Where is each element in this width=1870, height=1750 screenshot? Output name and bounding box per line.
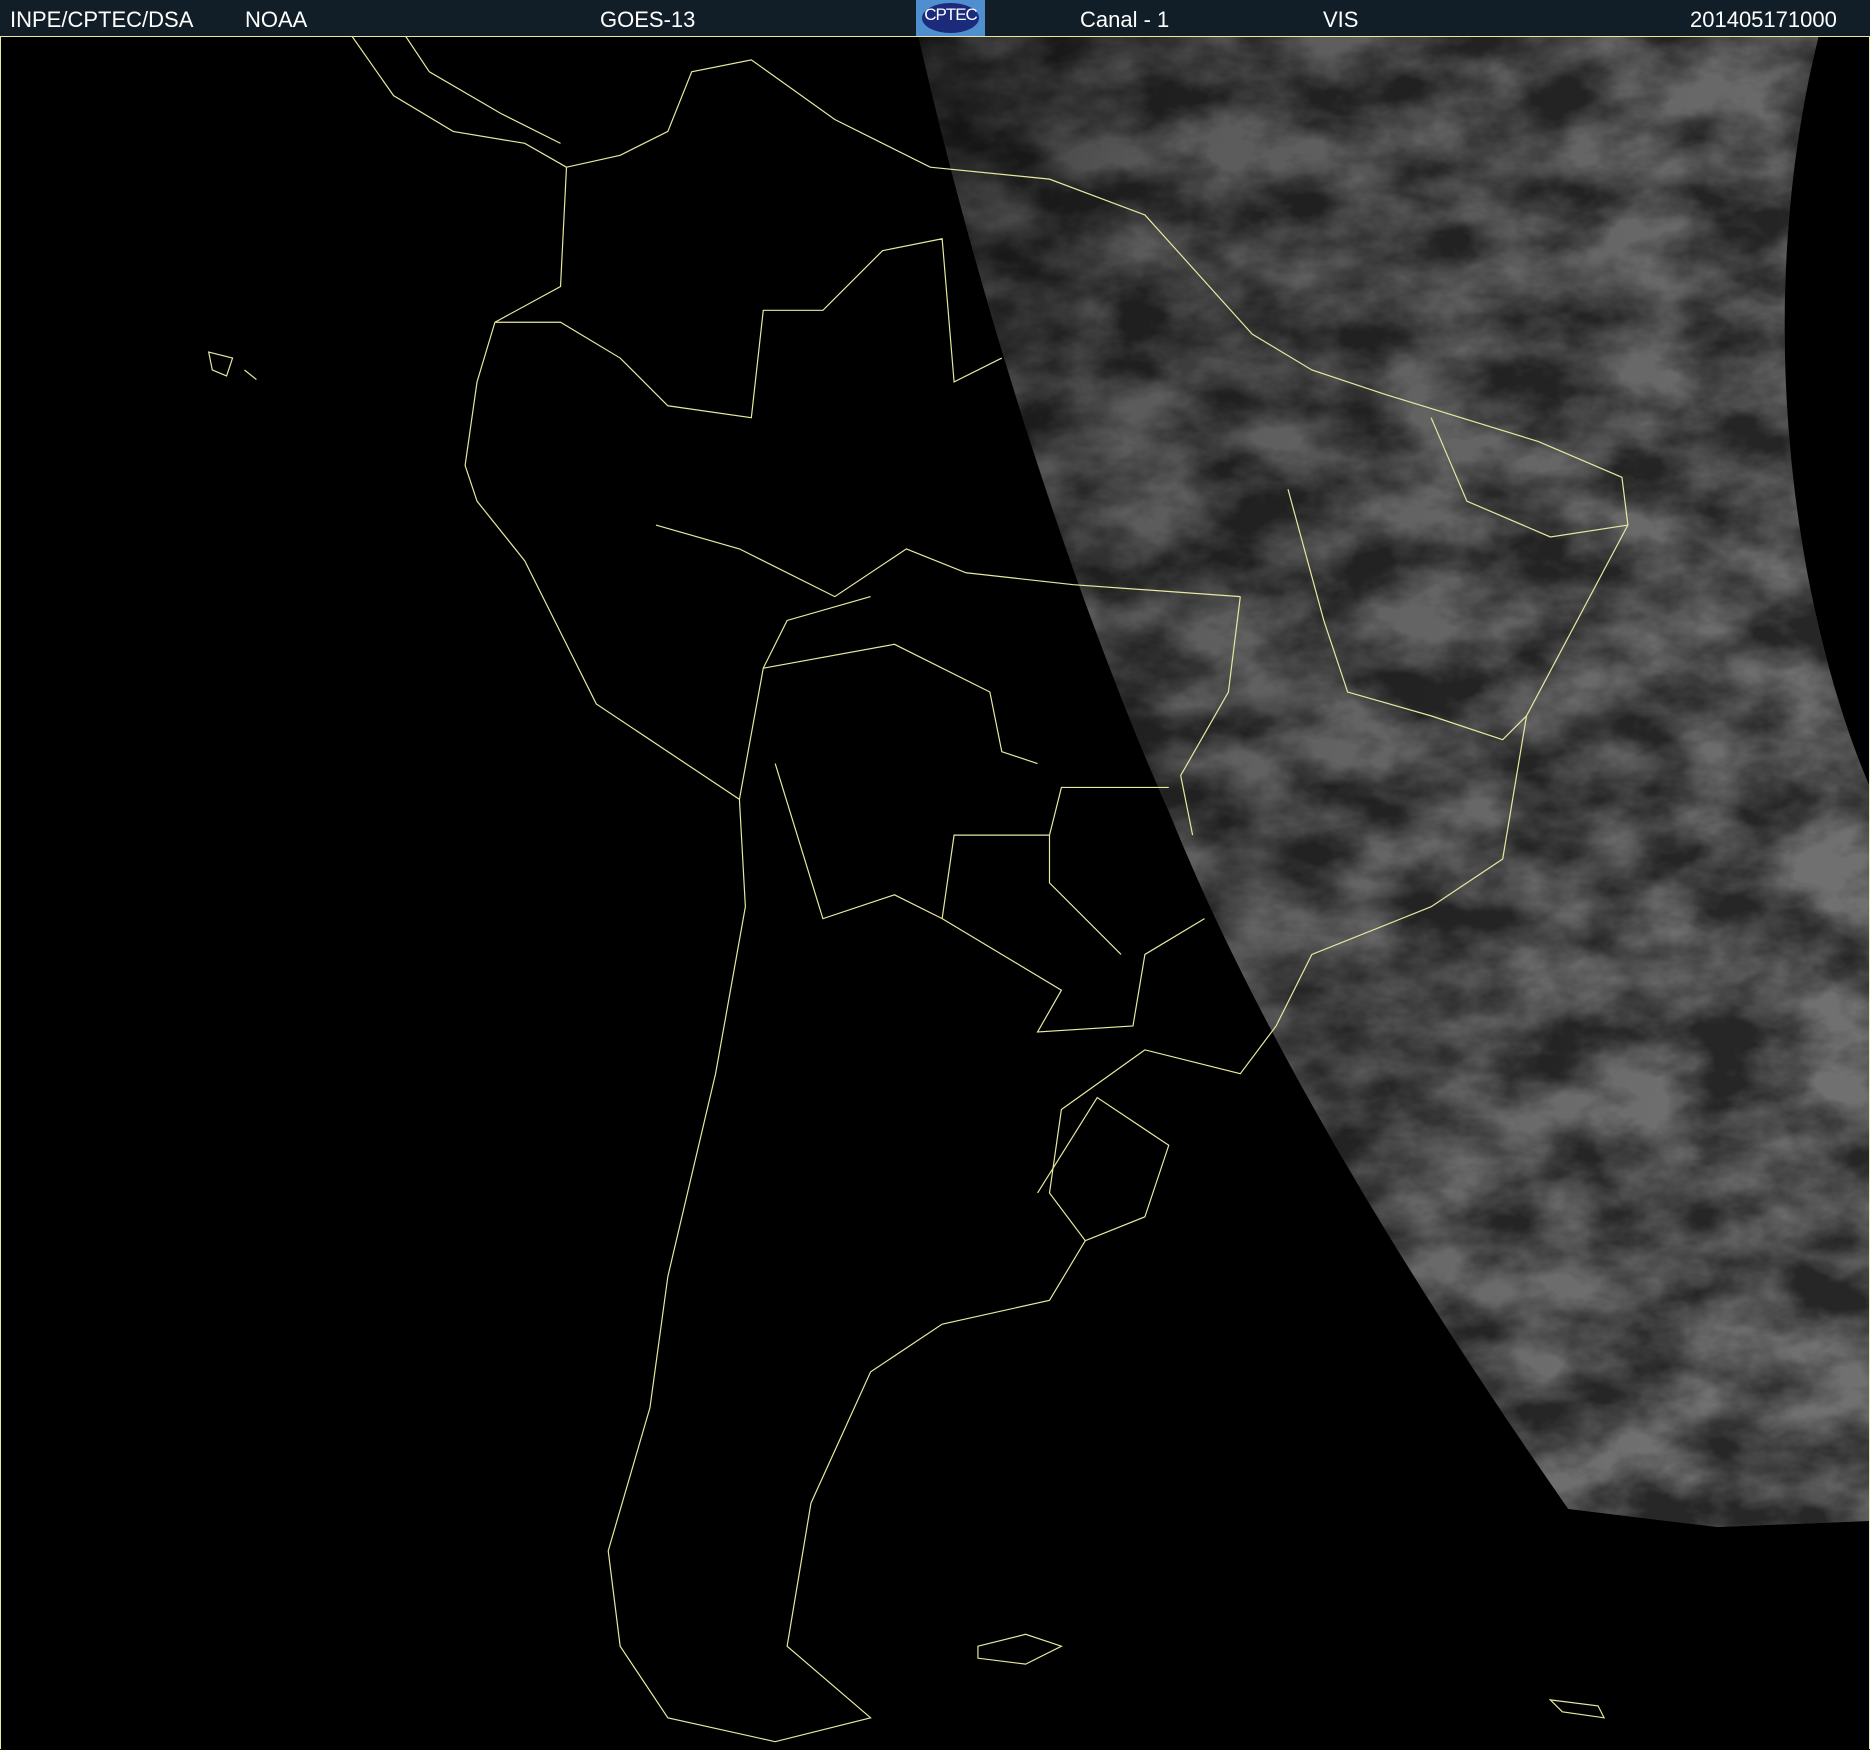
timestamp-label: 201405171000 xyxy=(1690,7,1837,32)
map-frame xyxy=(0,36,1870,1749)
cptec-logo: CPTEC xyxy=(916,0,985,36)
image-header: INPE/CPTEC/DSA NOAA GOES-13 CPTEC Canal … xyxy=(0,0,1870,36)
channel-label: Canal - 1 xyxy=(1080,7,1170,32)
logo-text: CPTEC xyxy=(924,5,978,24)
institution-label: INPE/CPTEC/DSA xyxy=(10,7,194,32)
band-label: VIS xyxy=(1323,7,1359,32)
agency-label: NOAA xyxy=(245,7,308,32)
satellite-label: GOES-13 xyxy=(600,7,696,32)
